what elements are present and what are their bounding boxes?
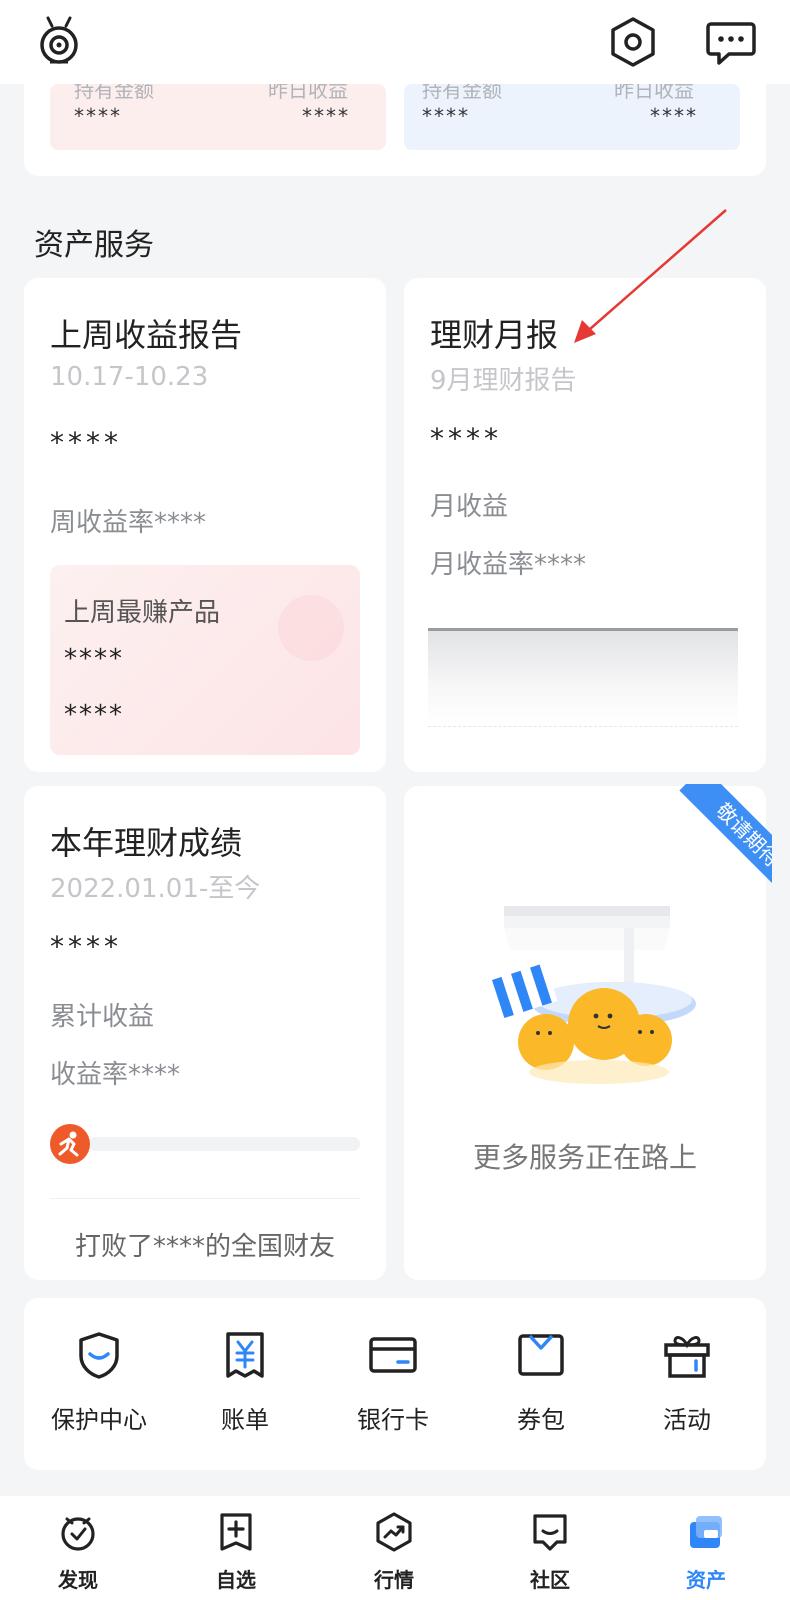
best-product-line2: **** — [64, 700, 124, 730]
tool-coupon-wallet[interactable]: 券包 — [466, 1330, 616, 1450]
tool-protection-center[interactable]: 保护中心 — [24, 1330, 174, 1450]
dashed-divider — [428, 726, 738, 727]
cumulative-income-label: 累计收益 — [50, 1002, 155, 1032]
yesterday-income-value: **** — [302, 104, 350, 128]
nav-market[interactable]: 行情 — [334, 1512, 454, 1592]
annotation-arrow-icon — [574, 209, 727, 343]
weekly-report-title: 上周收益报告 — [50, 316, 243, 354]
tool-bank-card[interactable]: 银行卡 — [318, 1330, 468, 1450]
nav-label: 社区 — [530, 1568, 570, 1592]
shield-icon — [79, 1332, 119, 1379]
tool-label: 保护中心 — [51, 1406, 147, 1434]
annual-rate: 收益率**** — [50, 1060, 181, 1090]
tool-label: 券包 — [517, 1406, 565, 1434]
assets-icon — [690, 1516, 722, 1548]
nav-label: 行情 — [374, 1568, 414, 1592]
runner-icon — [50, 1124, 90, 1164]
discover-icon — [61, 1517, 95, 1551]
annual-date-range: 2022.01.01-至今 — [50, 874, 261, 904]
tool-label: 银行卡 — [357, 1406, 429, 1434]
coming-soon-ribbon: 敬请期待 — [660, 784, 772, 896]
monthly-amount: **** — [430, 422, 502, 455]
decorative-circle — [278, 595, 344, 661]
weekly-amount: **** — [50, 426, 122, 459]
annual-amount: **** — [50, 930, 122, 963]
bank-card-icon — [369, 1337, 417, 1373]
tool-label: 账单 — [221, 1406, 269, 1434]
shop-stall-illustration-icon — [492, 906, 696, 1084]
best-product-title: 上周最赚产品 — [64, 598, 221, 628]
bill-icon — [226, 1332, 264, 1378]
community-icon — [533, 1514, 567, 1551]
section-title: 资产服务 — [34, 228, 154, 263]
monthly-income-label: 月收益 — [430, 492, 509, 522]
monthly-report-title: 理财月报 — [430, 316, 559, 354]
settings-hexagon-icon[interactable] — [608, 16, 658, 68]
nav-label: 发现 — [58, 1568, 98, 1592]
coupon-wallet-icon — [518, 1334, 564, 1376]
rank-divider — [50, 1198, 360, 1199]
nav-discover[interactable]: 发现 — [18, 1512, 138, 1592]
annual-title: 本年理财成绩 — [50, 824, 243, 862]
monthly-rate: 月收益率**** — [430, 550, 587, 580]
rank-progress-track — [88, 1137, 360, 1151]
rank-text: 打败了****的全国财友 — [74, 1232, 335, 1262]
market-icon — [376, 1512, 412, 1552]
held-amount-value: **** — [74, 104, 122, 128]
message-icon[interactable] — [706, 18, 756, 66]
monthly-report-subtitle: 9月理财报告 — [430, 366, 577, 396]
tool-label: 活动 — [663, 1406, 711, 1434]
yesterday-income-value: **** — [650, 104, 698, 128]
nav-watchlist[interactable]: 自选 — [176, 1512, 296, 1592]
top-bar — [0, 0, 790, 84]
tool-activity[interactable]: 活动 — [612, 1330, 762, 1450]
gift-icon — [664, 1336, 710, 1378]
held-amount-value: **** — [422, 104, 470, 128]
nav-label: 资产 — [686, 1568, 726, 1592]
coming-soon-text: 更多服务正在路上 — [472, 1141, 697, 1174]
nav-community[interactable]: 社区 — [490, 1512, 610, 1592]
ribbon-text: 敬请期待 — [679, 784, 772, 896]
weekly-rate: 周收益率**** — [50, 508, 207, 538]
nav-assets[interactable]: 资产 — [646, 1512, 766, 1592]
nav-label: 自选 — [216, 1568, 256, 1592]
weekly-report-date: 10.17-10.23 — [50, 362, 209, 392]
watchlist-icon — [220, 1513, 252, 1551]
app-logo-icon[interactable] — [36, 16, 82, 66]
best-product-line1: **** — [64, 644, 124, 674]
monthly-chart-placeholder — [428, 628, 738, 724]
tool-bill[interactable]: 账单 — [170, 1330, 320, 1450]
